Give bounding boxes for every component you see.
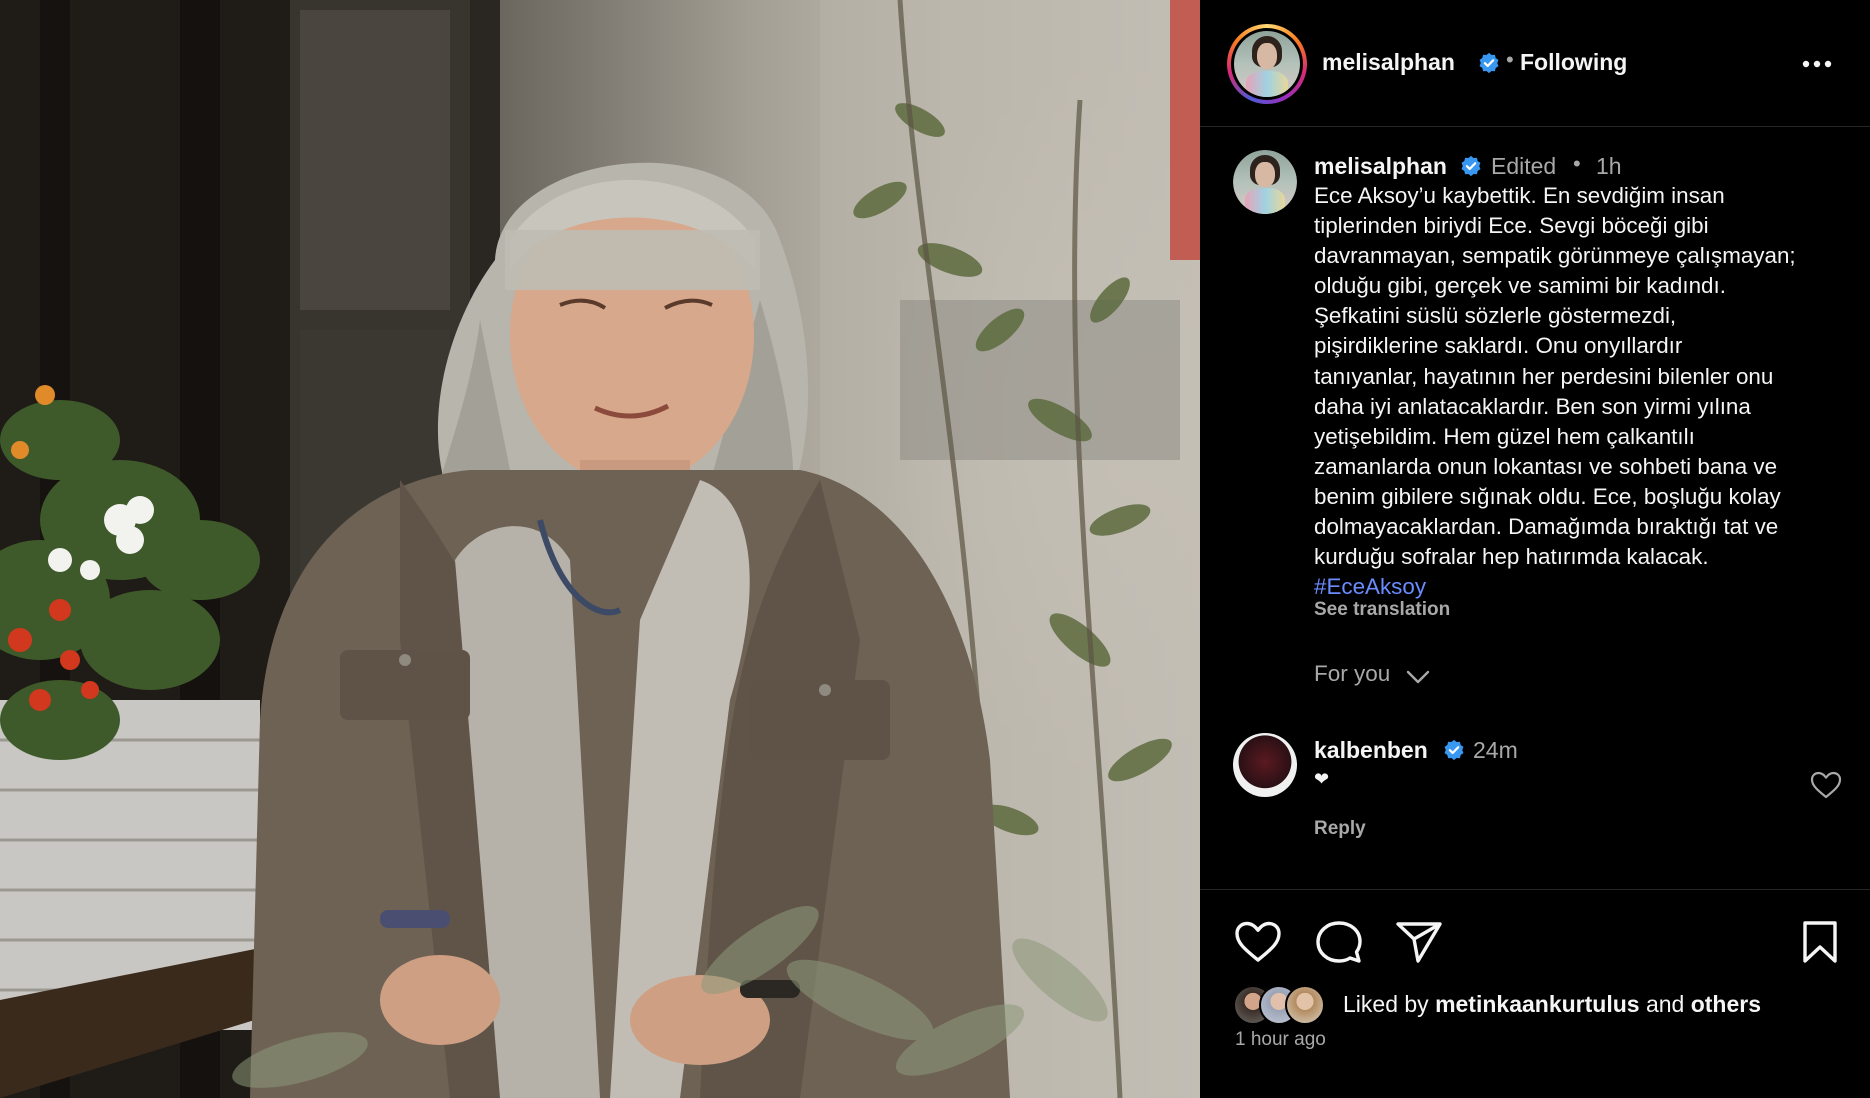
like-button[interactable] [1233,919,1283,965]
comment-text: ❤ [1314,769,1330,789]
caption-line: dolmayacaklardan. Damağımda bıraktığı ta… [1314,514,1779,540]
post-image [0,0,1200,1098]
commenter-avatar[interactable] [1233,733,1297,797]
caption-line: kurduğu sofralar hep hatırımda kalacak. [1314,544,1709,570]
verified-badge-icon [1444,739,1464,761]
caption-author-username[interactable]: melisalphan [1314,153,1447,180]
comment-icon[interactable] [1314,919,1364,965]
caption-line: davranmayan, sempatik görünmeye çalışmay… [1314,243,1796,269]
liker-avatar[interactable] [1285,985,1325,1025]
liker-avatars[interactable] [1233,985,1325,1025]
caption-author-avatar[interactable] [1233,150,1297,214]
caption-line: daha iyi anlatacaklardır. Ben son yirmi … [1314,393,1751,419]
send-icon[interactable] [1394,919,1444,965]
caption-line: yetişebildim. Hem güzel hem çalkantılı [1314,423,1695,449]
post-timestamp[interactable]: 1 hour ago [1235,1029,1326,1051]
reply-button[interactable]: Reply [1314,818,1366,840]
bookmark-icon[interactable] [1800,919,1840,965]
post-details-panel: melisalphan • Following melisalphan Edit… [1200,0,1870,1098]
commenter-username[interactable]: kalbenben [1314,737,1428,764]
chevron-down-icon[interactable] [1405,669,1431,685]
liker-username[interactable]: metinkaankurtulus [1435,991,1640,1017]
hashtag-link[interactable]: #EceAksoy [1314,574,1426,600]
liked-by-prefix: Liked by [1343,991,1429,1017]
caption-line: zamanlarda onun lokantası ve sohbeti ban… [1314,453,1778,479]
caption-line: tanıyanlar, hayatının her perdesini bile… [1314,363,1774,389]
separator-dot: • [1573,151,1581,176]
caption-line: pişirdiklerine saklardı. Onu onyıllardır [1314,333,1683,359]
caption-line: Şefkatini süslü sözlerle göstermezdi, [1314,303,1677,329]
caption-timestamp[interactable]: 1h [1596,153,1622,180]
post-header: melisalphan • Following [1200,0,1870,127]
verified-badge-icon [1479,52,1499,74]
following-button[interactable]: Following [1520,49,1627,76]
verified-badge-icon [1461,155,1481,177]
comments-filter-button[interactable]: For you [1314,661,1390,687]
caption-text: Ece Aksoy’u kaybettik. En sevdiğim insan… [1314,181,1854,572]
more-options-icon[interactable] [1800,54,1834,74]
author-avatar[interactable] [1234,31,1300,97]
post-photo[interactable] [0,0,1200,1098]
story-ring[interactable] [1227,24,1307,104]
comment-like-icon[interactable] [1810,770,1842,800]
caption-line: olduğu gibi, gerçek ve samimi bir kadınd… [1314,273,1726,299]
caption-line: benim gibilere sığınak oldu. Ece, boşluğ… [1314,483,1781,509]
separator-dot: • [1506,47,1514,72]
divider [1200,889,1870,890]
see-translation-button[interactable]: See translation [1314,599,1450,621]
caption-line: tiplerinden biriydi Ece. Sevgi böceği gi… [1314,213,1709,239]
likes-others-link[interactable]: others [1691,991,1761,1017]
author-username[interactable]: melisalphan [1322,49,1455,76]
liked-by-text: Liked by metinkaankurtulus and others [1343,991,1761,1018]
liked-by-conjunction: and [1645,991,1685,1017]
edited-label: Edited [1491,153,1557,179]
comment-timestamp[interactable]: 24m [1473,737,1518,764]
caption-line: Ece Aksoy’u kaybettik. En sevdiğim insan [1314,183,1725,208]
